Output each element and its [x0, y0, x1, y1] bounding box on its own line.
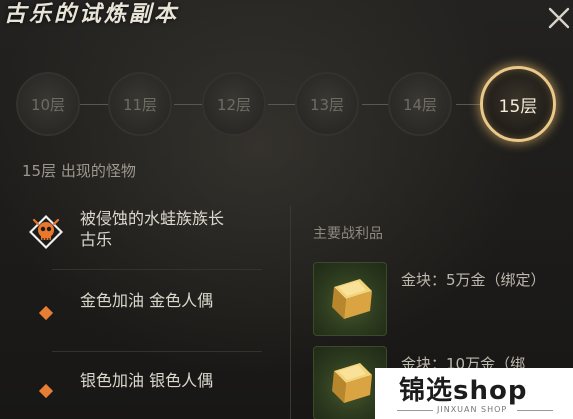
floor-connector [80, 104, 110, 105]
diamond-icon [38, 305, 54, 321]
floor-node-10[interactable]: 10层 [16, 72, 80, 136]
floor-node-12[interactable]: 12层 [202, 72, 266, 136]
monsters-section-title: 15层 出现的怪物 [22, 162, 136, 180]
close-icon[interactable] [546, 5, 572, 31]
dialog-title: 古乐的试炼副本 [4, 1, 180, 27]
divider [52, 269, 262, 270]
loot-text: 金块：5万金（绑定） [401, 271, 546, 289]
watermark: 锦选shop JINXUAN SHOP [375, 368, 573, 419]
skull-icon [29, 215, 63, 249]
loot-icon-frame[interactable] [313, 262, 387, 336]
watermark-brand: 锦选shop [399, 376, 528, 406]
loot-item[interactable]: 金块：5万金（绑定） [313, 262, 573, 342]
monster-item[interactable]: 被侵蚀的水蛙族族长 古乐 [22, 200, 282, 270]
diamond-icon [38, 383, 54, 399]
floor-node-14[interactable]: 14层 [388, 72, 452, 136]
monster-name: 被侵蚀的水蛙族族长 古乐 [80, 209, 225, 249]
watermark-rule [397, 410, 433, 411]
floor-selector: 10层 11层 12层 13层 14层 15层 [0, 60, 573, 150]
divider [52, 351, 262, 352]
game-dialog: 古乐的试炼副本 10层 11层 12层 13层 14层 15层 15层 出现的怪… [0, 0, 573, 419]
floor-node-13[interactable]: 13层 [295, 72, 359, 136]
watermark-rule [517, 410, 553, 411]
monster-item[interactable]: 金色加油 金色人偶 [22, 282, 282, 352]
monster-name: 银色加油 银色人偶 [80, 371, 214, 390]
floor-node-15-active[interactable]: 15层 [480, 66, 556, 142]
gold-bar-icon [332, 279, 372, 319]
floor-node-11[interactable]: 11层 [108, 72, 172, 136]
section-divider [290, 205, 291, 419]
watermark-sub: JINXUAN SHOP [437, 405, 508, 414]
monster-name: 金色加油 金色人偶 [80, 291, 214, 310]
monster-item[interactable]: 银色加油 银色人偶 [22, 362, 282, 419]
floor-connector [174, 104, 204, 105]
floor-connector [268, 104, 298, 105]
loot-section-title: 主要战利品 [313, 226, 383, 242]
